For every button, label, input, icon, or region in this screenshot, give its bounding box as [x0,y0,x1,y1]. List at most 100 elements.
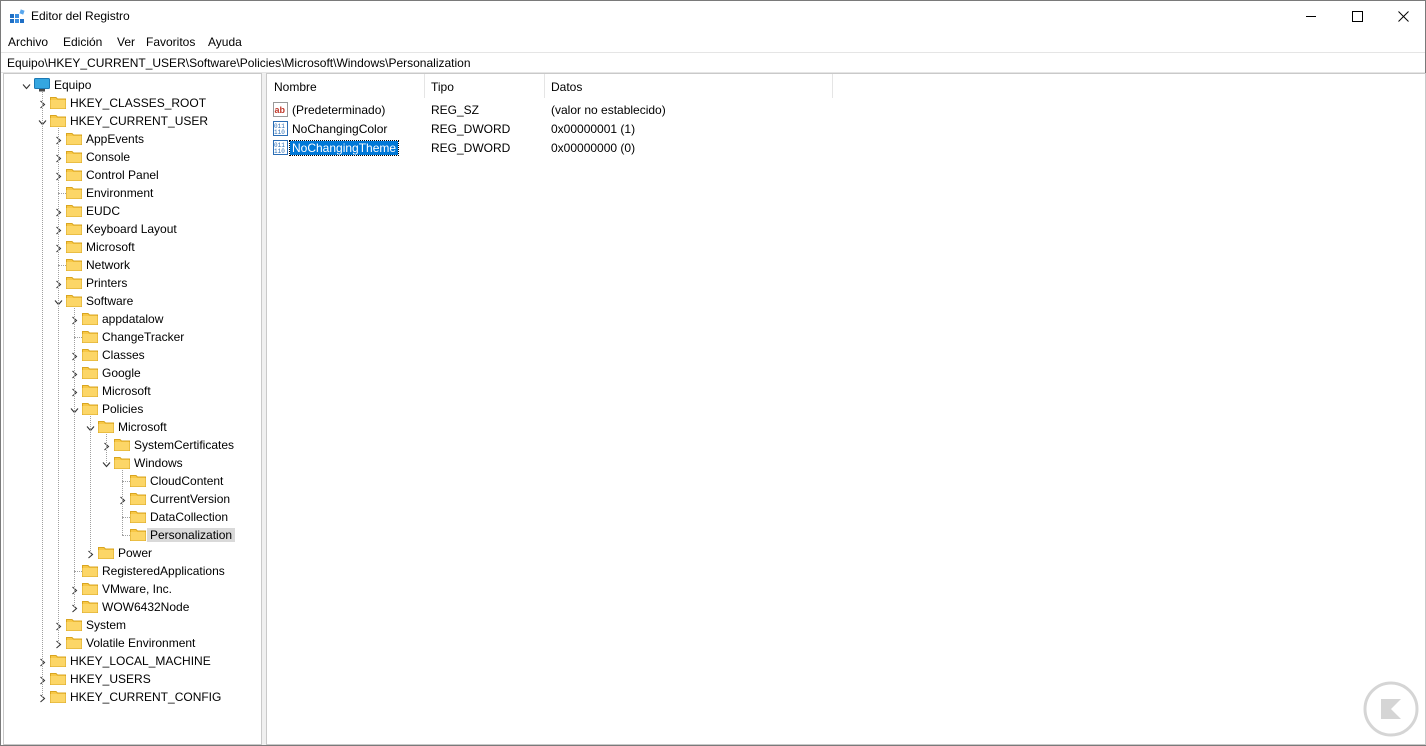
value-row[interactable]: 011 110 NoChangingColor REG_DWORD 0x00000001… [267,119,1067,138]
value-name: (Predeterminado) [292,103,386,117]
address-path[interactable]: Equipo\HKEY_CURRENT_USER\Software\Polici… [7,56,471,70]
tree-node-label: Power [118,546,153,560]
tree-node-label: Environment [86,186,154,200]
folder-icon [82,384,98,397]
tree-connector-line [74,308,75,607]
computer-icon [34,78,50,92]
folder-icon [130,528,146,541]
folder-icon [82,330,98,343]
tree-connector-line [122,481,130,482]
value-type: REG_DWORD [431,141,511,155]
column-header-tipo[interactable]: Tipo [424,74,544,98]
value-type: REG_SZ [431,103,480,117]
tree-node-label: ChangeTracker [102,330,185,344]
folder-icon [114,438,130,451]
tree-node-label: System [86,618,127,632]
menu-ayuda[interactable]: Ayuda [208,35,242,49]
menu-edicion[interactable]: Edición [63,35,102,49]
tree-node-label: Classes [102,348,145,362]
tree-node-label: HKEY_LOCAL_MACHINE [70,654,211,668]
binary-value-icon: 011 110 [273,140,288,155]
tree-node-label: Windows [134,456,183,470]
svg-text:110: 110 [274,148,285,155]
column-label: Tipo [431,80,454,94]
tree-node-label: Personalization [147,528,236,542]
tree-node-label: VMware, Inc. [102,582,173,596]
tree-node-label: Keyboard Layout [86,222,177,236]
binary-value-icon: 011 110 [273,121,288,136]
folder-icon [66,618,82,631]
column-header-nombre[interactable]: Nombre [267,74,424,98]
tree-node-label: Network [86,258,131,272]
title-bar[interactable]: Editor del Registro [1,1,1425,32]
folder-icon [130,474,146,487]
column-divider[interactable] [832,74,833,98]
registry-tree[interactable]: Equipo HKEY_CLASSES_ROOT HKEY_CURRENT_USER… [3,73,262,745]
menu-ver[interactable]: Ver [117,35,135,49]
tree-connector-line [122,470,123,535]
tree-node-label: HKEY_CURRENT_USER [70,114,209,128]
tree-node-label: AppEvents [86,132,145,146]
tree-connector-line [106,434,107,463]
watermark-logo [1363,681,1419,737]
value-row[interactable]: ab (Predeterminado) REG_SZ (valor no establ… [267,100,1067,119]
folder-icon [66,204,82,217]
tree-connector-line [90,416,91,553]
folder-icon [130,492,146,505]
tree-node-label: Policies [102,402,144,416]
folder-icon [114,456,130,469]
column-header-datos[interactable]: Datos [544,74,832,98]
folder-icon [82,582,98,595]
value-type: REG_DWORD [431,122,511,136]
folder-icon [50,96,66,109]
tree-node-label: Google [102,366,141,380]
tree-connector-line [122,535,130,536]
menu-archivo[interactable]: Archivo [8,35,48,49]
value-data: 0x00000001 (1) [551,122,636,136]
tree-node-label: WOW6432Node [102,600,190,614]
folder-icon [82,366,98,379]
tree-node-label: Microsoft [102,384,151,398]
maximize-icon [1351,11,1363,22]
value-name: NoChangingTheme [288,140,400,156]
folder-icon [82,348,98,361]
folder-icon [66,240,82,253]
tree-node-label: DataCollection [150,510,229,524]
value-row[interactable]: 011 110 NoChangingTheme REG_DWORD 0x00000000… [267,138,1067,157]
close-button[interactable] [1380,1,1426,32]
tree-connector-line [74,337,82,338]
tree-node-label: RegisteredApplications [102,564,225,578]
folder-icon [66,168,82,181]
tree-connector-line [58,193,66,194]
tree-connector-line [58,128,59,643]
tree-connector-line [58,265,66,266]
tree-node-label: HKEY_CURRENT_CONFIG [70,690,222,704]
address-bar[interactable]: Equipo\HKEY_CURRENT_USER\Software\Polici… [1,52,1425,73]
tree-node-label: appdatalow [102,312,164,326]
close-icon [1397,11,1409,22]
tree-node-label: Equipo [54,78,92,92]
folder-icon [66,636,82,649]
tree-connector-line [122,517,130,518]
svg-text:ab: ab [275,105,286,115]
tree-node-label: Software [86,294,134,308]
tree-node-label: Printers [86,276,128,290]
folder-icon [66,132,82,145]
chevron-down-icon[interactable] [22,80,31,90]
tree-node-label: Control Panel [86,168,159,182]
maximize-button[interactable] [1334,1,1380,32]
tree-connector-line [74,571,82,572]
column-label: Nombre [274,80,317,94]
tree-node-label: Microsoft [118,420,167,434]
tree-node-label: HKEY_CLASSES_ROOT [70,96,207,110]
folder-icon [98,420,114,433]
tree-node-label: CloudContent [150,474,224,488]
values-list[interactable]: Nombre Tipo Datos ab (Predeterminado) REG_… [266,73,1426,745]
svg-text:110: 110 [274,129,285,136]
minimize-button[interactable] [1288,1,1334,32]
registry-app-icon [10,9,25,23]
string-value-icon: ab [273,102,288,117]
folder-icon [50,672,66,685]
tree-node-label: Volatile Environment [86,636,196,650]
menu-favoritos[interactable]: Favoritos [146,35,195,49]
